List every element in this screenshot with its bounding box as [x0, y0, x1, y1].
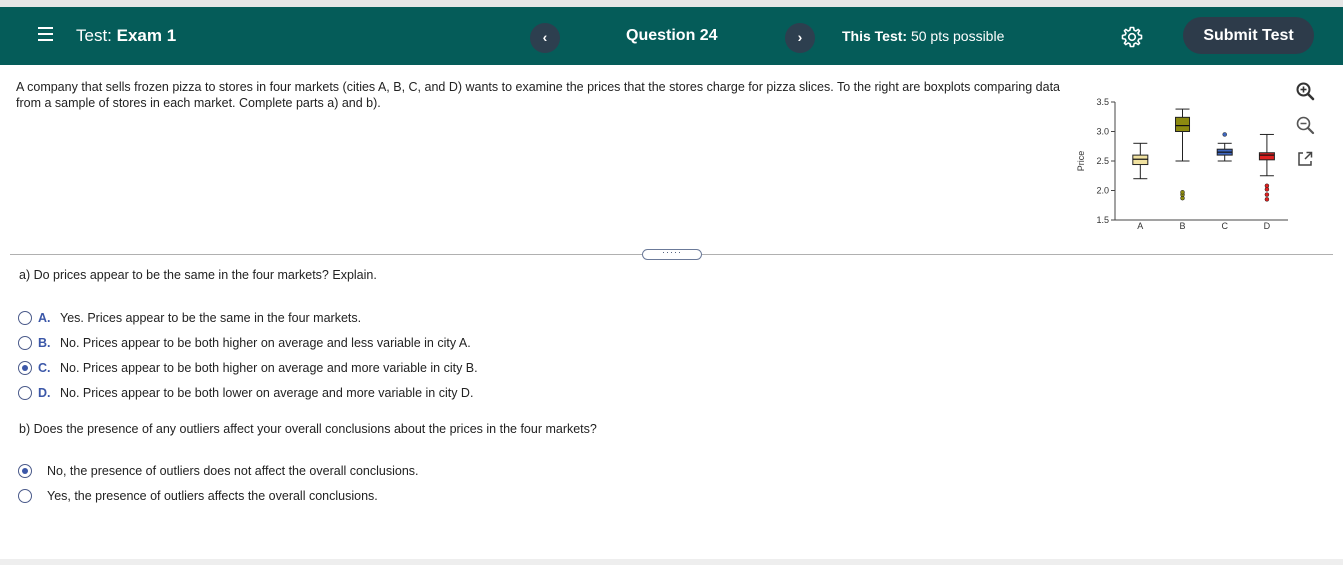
zoom-in-icon[interactable]	[1294, 80, 1316, 102]
test-points: This Test: 50 pts possible	[842, 28, 1004, 44]
y-tick-label: 2.0	[1096, 186, 1109, 196]
option-letter: A.	[38, 311, 51, 325]
popout-icon[interactable]	[1294, 148, 1316, 170]
y-tick-label: 3.0	[1096, 127, 1109, 137]
option-text: No. Prices appear to be both higher on a…	[60, 336, 471, 350]
points-value: 50 pts possible	[910, 28, 1005, 44]
zoom-out-icon[interactable]	[1294, 114, 1316, 136]
outlier-point	[1180, 190, 1185, 195]
y-tick-label: 1.5	[1096, 215, 1109, 225]
x-category-label: A	[1137, 221, 1143, 231]
part-b-option-no[interactable]: No, the presence of outliers does not af…	[18, 463, 438, 480]
question-text: A company that sells frozen pizza to sto…	[16, 80, 1061, 110]
option-text: No, the presence of outliers does not af…	[47, 464, 419, 478]
test-header: Test: Exam 1 ‹ Question 24 › This Test: …	[0, 7, 1343, 65]
radio-button[interactable]	[18, 311, 32, 325]
top-strip	[0, 0, 1343, 7]
box-D	[1258, 152, 1275, 161]
part-a-option-a[interactable]: A. Yes. Prices appear to be the same in …	[18, 310, 438, 327]
option-text: Yes. Prices appear to be the same in the…	[60, 311, 362, 325]
outlier-point	[1264, 197, 1270, 202]
y-tick-label: 2.5	[1096, 156, 1109, 166]
x-category-label: D	[1264, 221, 1271, 231]
part-a-option-d[interactable]: D. No. Prices appear to be both lower on…	[18, 385, 498, 402]
test-name: Exam 1	[116, 26, 177, 45]
option-letter: D.	[38, 386, 51, 400]
radio-button-selected[interactable]	[18, 464, 32, 478]
part-a-option-b[interactable]: B. No. Prices appear to be both higher o…	[18, 335, 498, 352]
part-b-option-yes[interactable]: Yes, the presence of outliers affects th…	[18, 488, 398, 505]
y-tick-label: 3.5	[1096, 97, 1109, 107]
question-number: Question 24	[626, 27, 718, 44]
radio-button-selected[interactable]	[18, 361, 32, 375]
x-category-label: B	[1180, 221, 1186, 231]
x-category-label: C	[1221, 221, 1228, 231]
gear-icon[interactable]	[1120, 25, 1144, 49]
option-letter: C.	[38, 361, 51, 375]
menu-icon[interactable]	[38, 27, 53, 41]
option-text: Yes, the presence of outliers affects th…	[47, 489, 378, 503]
part-a-question: a) Do prices appear to be the same in th…	[19, 268, 377, 282]
radio-button[interactable]	[18, 386, 32, 400]
radio-button[interactable]	[18, 489, 32, 503]
box-B	[1175, 116, 1191, 132]
part-a-option-c[interactable]: C. No. Prices appear to be both higher o…	[18, 360, 508, 377]
bottom-strip	[0, 559, 1343, 565]
option-letter: B.	[38, 336, 51, 350]
option-text: No. Prices appear to be both lower on av…	[60, 386, 474, 400]
radio-button[interactable]	[18, 336, 32, 350]
part-b-question: b) Does the presence of any outliers aff…	[19, 422, 597, 436]
outlier-point	[1264, 192, 1270, 197]
boxplot-chart: 1.5 2.0 2.5 3.0 3.5 Price A B C D	[1076, 97, 1288, 231]
test-title-prefix: Test:	[76, 26, 112, 45]
y-axis-label: Price	[1076, 151, 1086, 172]
outlier-point	[1222, 132, 1227, 137]
resize-handle[interactable]: ·····	[642, 248, 702, 260]
submit-test-button[interactable]: Submit Test	[1183, 17, 1314, 54]
test-title: Test: Exam 1	[76, 26, 176, 46]
option-text: No. Prices appear to be both higher on a…	[60, 361, 478, 375]
next-question-button[interactable]: ›	[785, 23, 815, 53]
points-prefix: This Test:	[842, 28, 908, 44]
previous-question-button[interactable]: ‹	[530, 23, 560, 53]
outlier-point	[1264, 183, 1270, 189]
